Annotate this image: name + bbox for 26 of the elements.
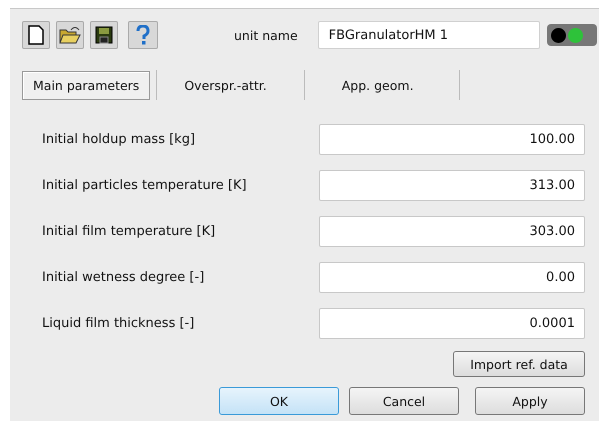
parameter-label: Initial particles temperature [K] — [42, 178, 247, 192]
parameter-label: Initial film temperature [K] — [42, 224, 216, 238]
help-button[interactable] — [128, 21, 158, 49]
dialog-button[interactable]: Apply — [475, 387, 585, 415]
dialog-button[interactable]: Cancel — [349, 387, 459, 415]
tab[interactable]: App. geom. — [330, 70, 425, 100]
blank-page-icon — [28, 25, 44, 45]
parameter-field[interactable]: 313.00 — [319, 170, 585, 200]
parameter-field[interactable]: 100.00 — [319, 124, 585, 154]
folder-icon — [59, 25, 81, 45]
ok-button[interactable]: OK — [219, 387, 339, 415]
open-button[interactable] — [56, 21, 84, 49]
unit-name-label: unit name — [234, 28, 298, 42]
new-file-button[interactable] — [22, 21, 50, 49]
parameter-field[interactable]: 0.00 — [319, 262, 585, 292]
unit-name-field[interactable]: FBGranulatorHM 1 — [318, 21, 540, 49]
question-mark-icon — [136, 25, 150, 45]
parameter-field[interactable]: 0.0001 — [319, 308, 585, 338]
tab[interactable]: Main parameters — [22, 70, 150, 100]
parameter-label: Liquid film thickness [-] — [42, 316, 194, 330]
save-button[interactable] — [90, 21, 118, 49]
parameter-field[interactable]: 303.00 — [319, 216, 585, 246]
parameter-label: Initial wetness degree [-] — [42, 270, 204, 284]
parameter-label: Initial holdup mass [kg] — [42, 132, 196, 146]
import-button[interactable]: Import ref. data — [453, 351, 585, 377]
tab[interactable]: Overspr.-attr. — [173, 70, 278, 100]
